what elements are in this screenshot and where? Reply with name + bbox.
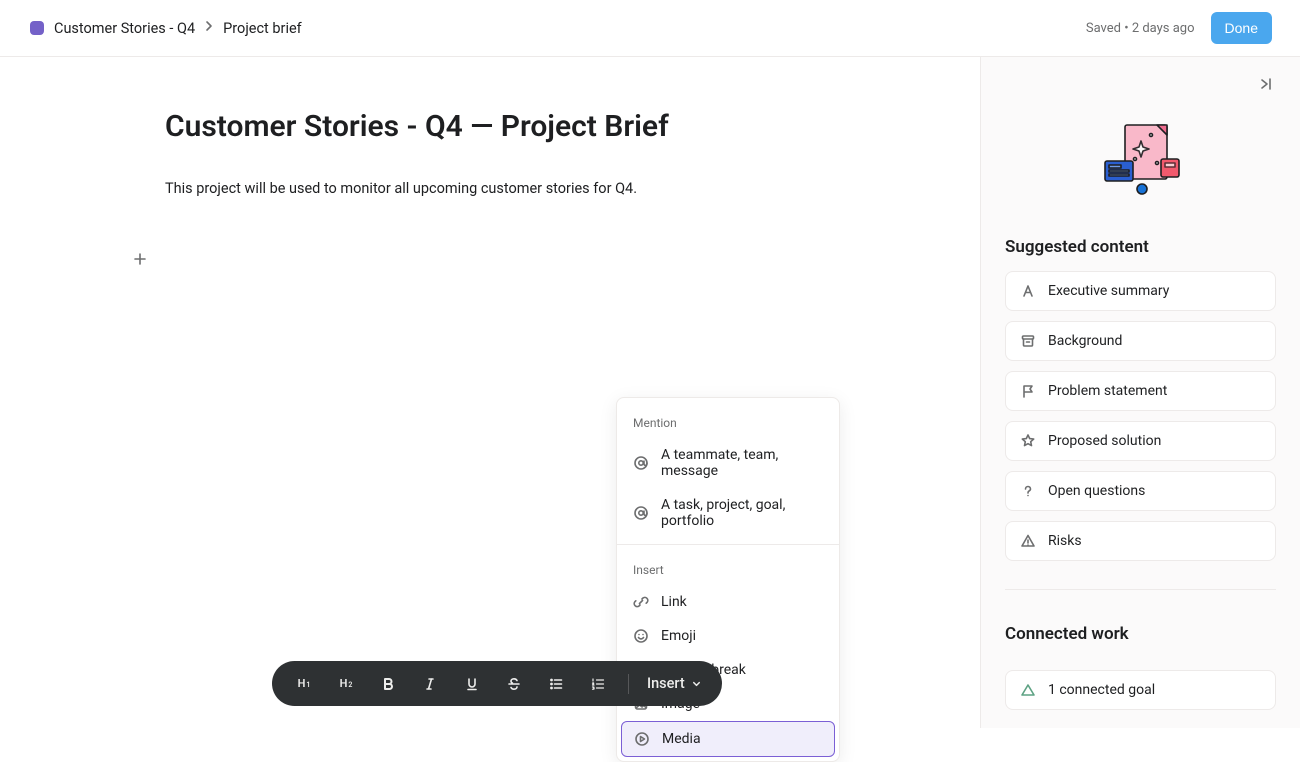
mention-task-item[interactable]: A task, project, goal, portfolio: [617, 488, 839, 538]
at-icon: [633, 455, 649, 471]
suggested-content-heading: Suggested content: [1005, 237, 1276, 257]
link-icon: [633, 594, 649, 610]
done-button[interactable]: Done: [1211, 12, 1272, 44]
insert-button-label: Insert: [647, 675, 685, 692]
suggestion-executive-summary[interactable]: Executive summary: [1005, 271, 1276, 311]
suggestion-label: Problem statement: [1048, 383, 1167, 399]
insert-media-label: Media: [662, 731, 701, 747]
suggestion-label: Proposed solution: [1048, 433, 1161, 449]
popover-section-mention: Mention: [617, 404, 839, 438]
document-title[interactable]: Customer Stories - Q4 — Project Brief: [165, 109, 865, 144]
warning-icon: [1020, 533, 1036, 549]
emoji-icon: [633, 628, 649, 644]
media-icon: [634, 731, 650, 747]
header: Customer Stories - Q4 Project brief Save…: [0, 0, 1300, 57]
sidebar: Suggested content Executive summary Back…: [980, 57, 1300, 728]
star-icon: [1020, 433, 1036, 449]
mention-teammate-label: A teammate, team, message: [661, 447, 823, 479]
suggestion-label: Background: [1048, 333, 1122, 349]
illustration-icon: [1005, 119, 1276, 197]
numbered-list-button[interactable]: [586, 672, 610, 696]
suggestion-label: Open questions: [1048, 483, 1145, 499]
suggestion-open-questions[interactable]: Open questions: [1005, 471, 1276, 511]
toolbar-separator: [628, 674, 629, 694]
connected-goal-label: 1 connected goal: [1048, 682, 1155, 698]
sidebar-divider: [1005, 589, 1276, 590]
question-icon: [1020, 483, 1036, 499]
underline-button[interactable]: [460, 672, 484, 696]
heading2-button[interactable]: H2: [334, 672, 358, 696]
project-color-icon: [30, 21, 44, 35]
insert-button[interactable]: Insert: [647, 672, 702, 696]
insert-link-label: Link: [661, 594, 687, 610]
breadcrumb-current: Project brief: [223, 20, 302, 37]
suggestion-problem-statement[interactable]: Problem statement: [1005, 371, 1276, 411]
bullet-list-button[interactable]: [544, 672, 568, 696]
connected-work-heading: Connected work: [1005, 624, 1276, 644]
popover-section-insert: Insert: [617, 551, 839, 585]
insert-emoji-label: Emoji: [661, 628, 696, 644]
insert-media-item[interactable]: Media: [621, 721, 835, 757]
chevron-right-icon: [203, 20, 215, 36]
suggestion-label: Executive summary: [1048, 283, 1169, 299]
insert-link-item[interactable]: Link: [617, 585, 839, 619]
mention-task-label: A task, project, goal, portfolio: [661, 497, 823, 529]
saved-status: Saved • 2 days ago: [1086, 21, 1195, 36]
editor-area: Customer Stories - Q4 — Project Brief Th…: [0, 57, 980, 728]
breadcrumb: Customer Stories - Q4 Project brief: [54, 20, 302, 37]
heading1-button[interactable]: H1: [292, 672, 316, 696]
suggestion-label: Risks: [1048, 533, 1082, 549]
italic-button[interactable]: [418, 672, 442, 696]
add-block-button[interactable]: [131, 250, 149, 268]
suggestion-risks[interactable]: Risks: [1005, 521, 1276, 561]
connected-goal-item[interactable]: 1 connected goal: [1005, 670, 1276, 710]
collapse-sidebar-button[interactable]: [1258, 75, 1276, 93]
archive-icon: [1020, 333, 1036, 349]
at-icon: [633, 505, 649, 521]
text-a-icon: [1020, 283, 1036, 299]
suggestion-proposed-solution[interactable]: Proposed solution: [1005, 421, 1276, 461]
suggestion-background[interactable]: Background: [1005, 321, 1276, 361]
insert-popover: Mention A teammate, team, message A task…: [616, 397, 840, 762]
goal-triangle-icon: [1020, 682, 1036, 698]
bold-button[interactable]: [376, 672, 400, 696]
flag-icon: [1020, 383, 1036, 399]
strikethrough-button[interactable]: [502, 672, 526, 696]
breadcrumb-project[interactable]: Customer Stories - Q4: [54, 20, 195, 37]
mention-teammate-item[interactable]: A teammate, team, message: [617, 438, 839, 488]
insert-emoji-item[interactable]: Emoji: [617, 619, 839, 653]
formatting-toolbar: H1 H2 Insert: [272, 661, 722, 706]
document-body[interactable]: This project will be used to monitor all…: [165, 178, 865, 200]
